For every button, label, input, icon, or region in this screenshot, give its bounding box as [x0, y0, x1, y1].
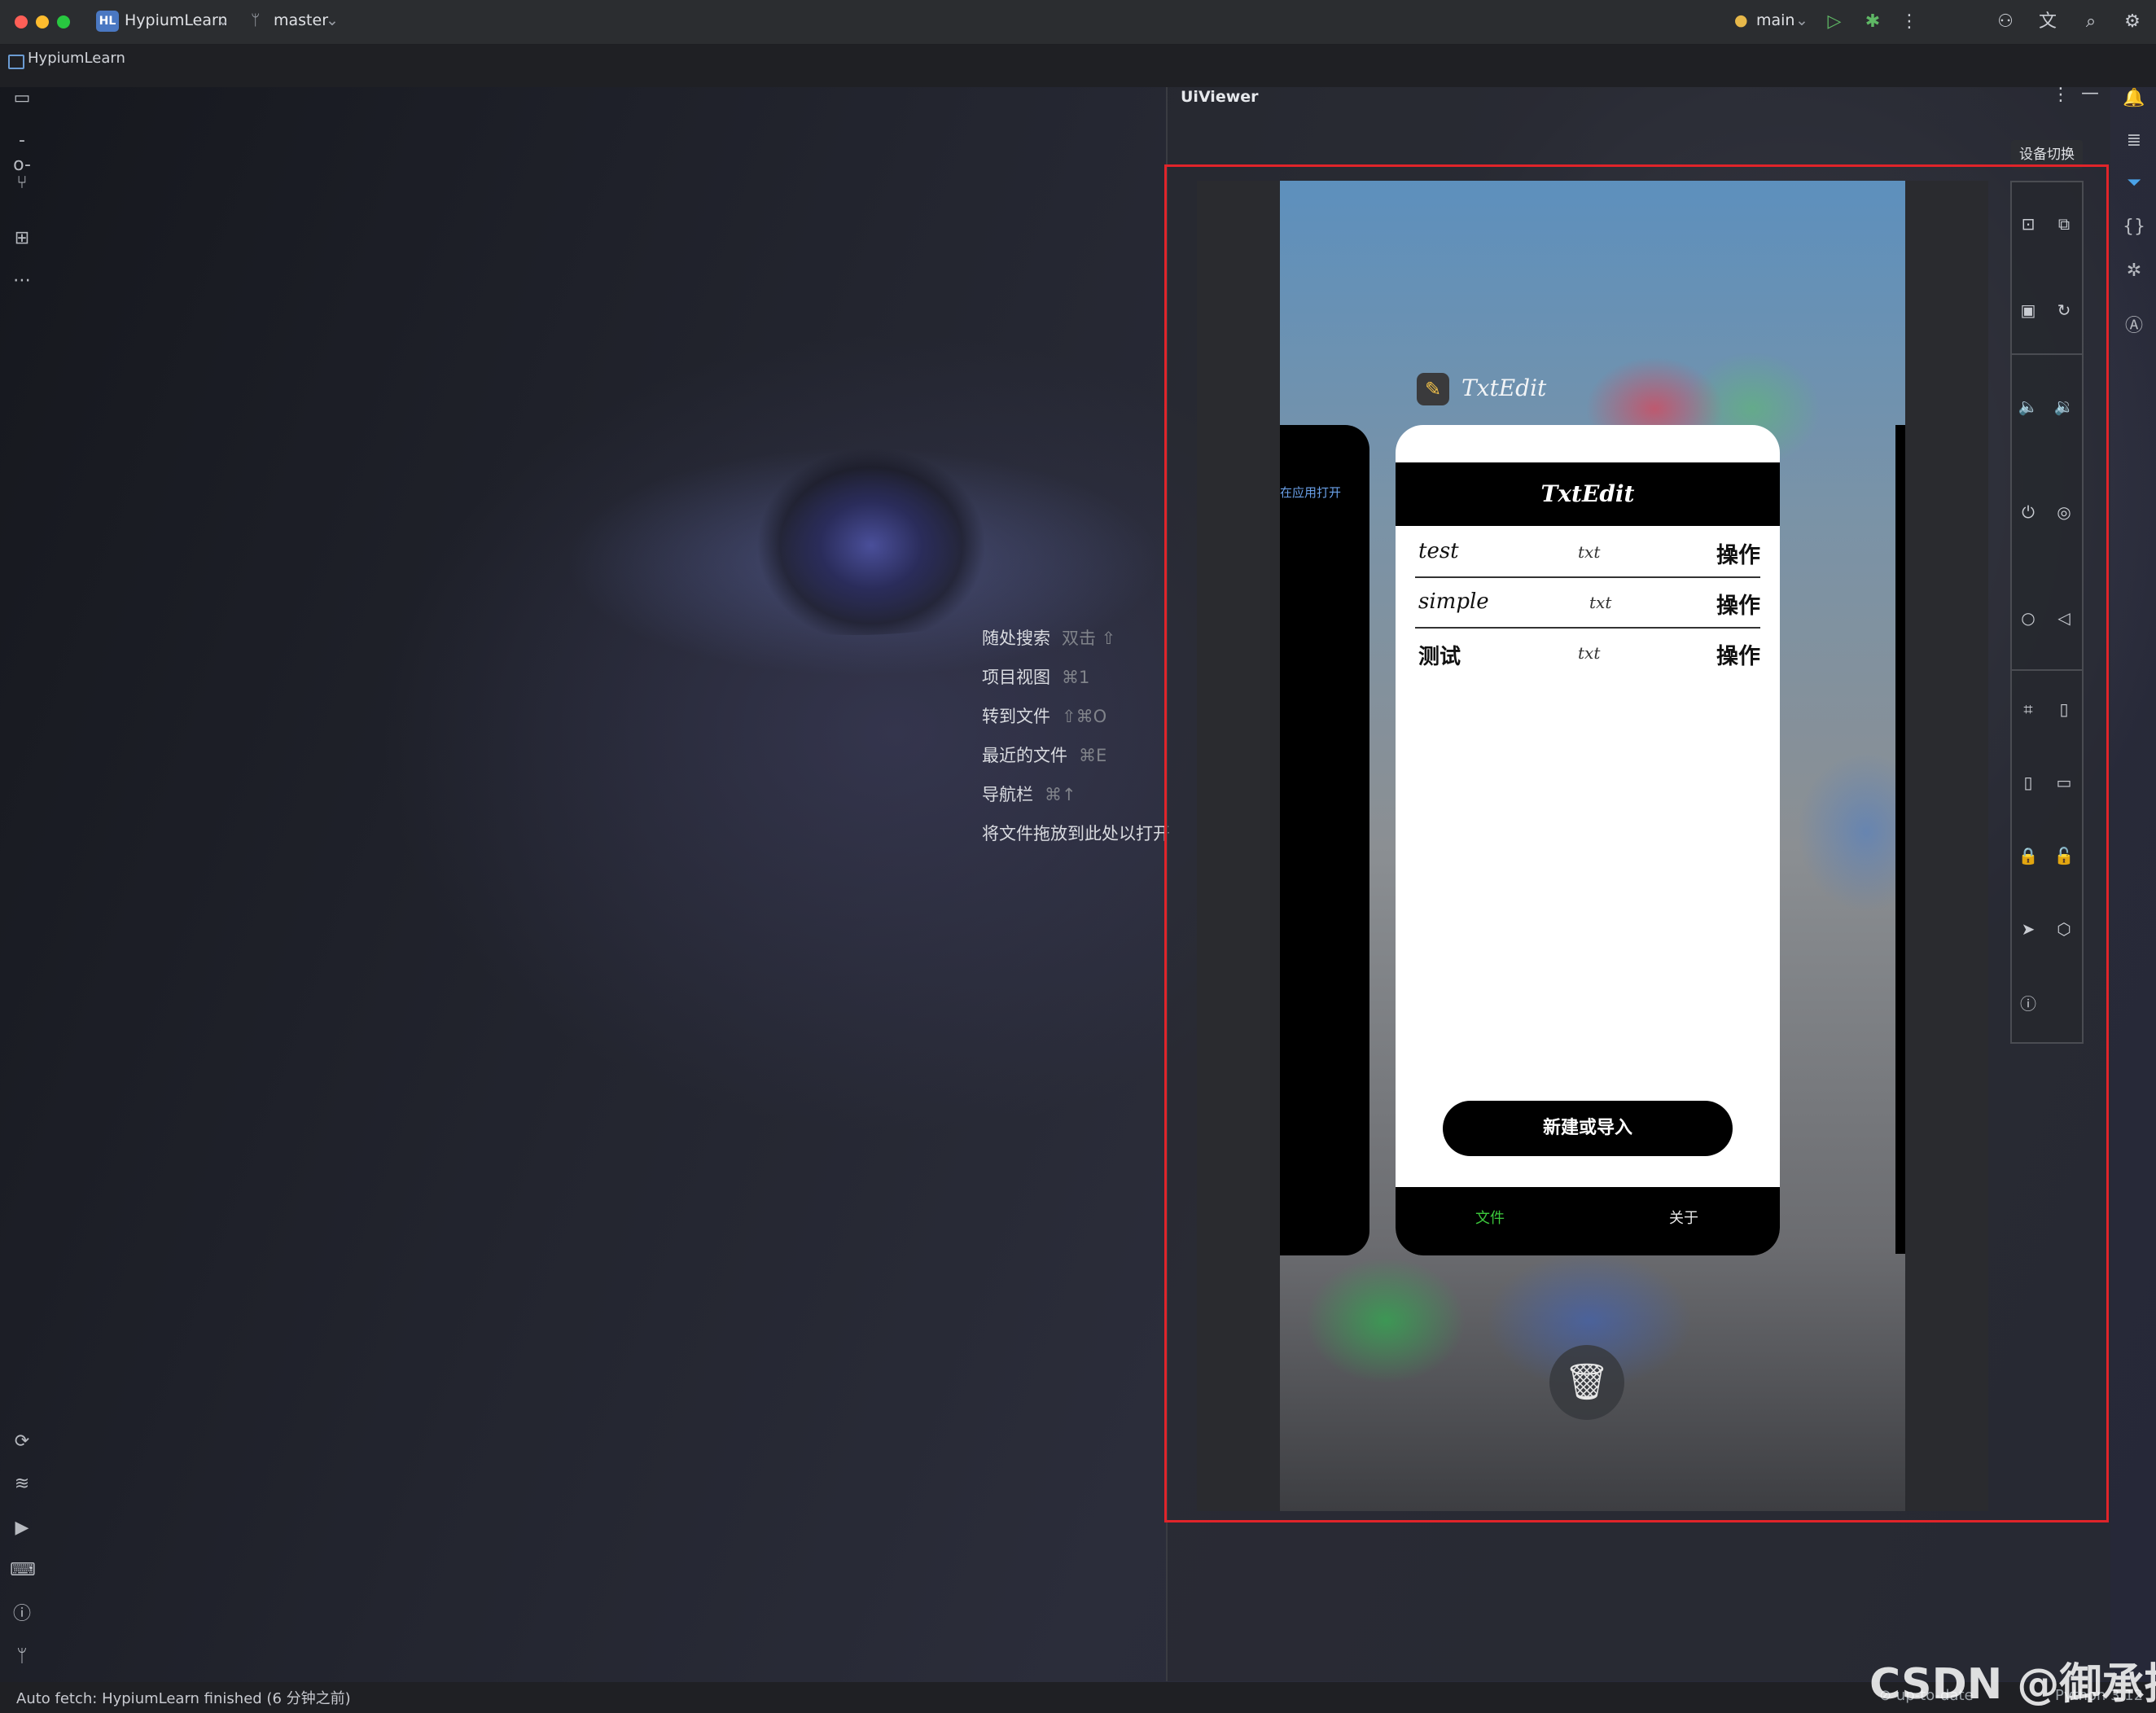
branch-name[interactable]: master	[274, 11, 328, 29]
hint-goto-file: 转到文件 ⇧⌘O	[982, 703, 1106, 728]
hint-label: 项目视图	[982, 668, 1050, 687]
watermark: CSDN @御承扬	[1869, 1660, 2156, 1709]
title-bar: HL HypiumLearn ⌄ ᛘ master ⌄ ● main ⌄ ▷ ✱…	[0, 0, 2156, 45]
unlock-icon[interactable]: 🔓	[2052, 843, 2076, 868]
power-icon[interactable]: ⏻	[2016, 500, 2040, 524]
project-folder-icon	[8, 55, 24, 69]
layers-icon[interactable]: ≋	[10, 1472, 34, 1496]
search-icon[interactable]: ⌕	[2079, 10, 2103, 34]
info-icon[interactable]: ⓘ	[2016, 992, 2040, 1016]
hint-shortcut: 双击 ⇧	[1062, 629, 1116, 648]
record-icon[interactable]: ▣	[2016, 298, 2040, 322]
terminal-icon[interactable]: ⌨	[10, 1558, 36, 1583]
minimize-window-button[interactable]	[36, 15, 49, 28]
structure-icon[interactable]: ⊞	[10, 226, 34, 251]
hint-recent-files: 最近的文件 ⌘E	[982, 743, 1106, 767]
uiviewer-title: UiViewer	[1181, 88, 1259, 106]
add-user-icon[interactable]: ⚇	[1993, 10, 2018, 34]
project-strip: HypiumLearn	[0, 45, 2156, 87]
volume-up-icon[interactable]: 🔈	[2016, 394, 2040, 418]
run-icon[interactable]: ▷	[1822, 10, 1847, 34]
minimize-panel-icon[interactable]: —	[2081, 83, 2099, 103]
inspect-icon[interactable]: ⧉	[2052, 212, 2076, 236]
more-icon[interactable]: ⋮	[1897, 10, 1922, 34]
back-icon[interactable]: ◁	[2052, 606, 2076, 630]
wallpaper-eye	[603, 423, 1107, 635]
folder-icon[interactable]: ▭	[10, 86, 34, 111]
python-packages-icon[interactable]: ⟳	[10, 1430, 34, 1454]
zoom-window-button[interactable]	[57, 15, 70, 28]
settings-icon[interactable]: ⚙	[2120, 10, 2145, 34]
text-icon[interactable]: Ⓐ	[2122, 314, 2146, 339]
notifications-icon[interactable]: 🔔	[2122, 86, 2146, 111]
volume-down-icon[interactable]: 🔉	[2052, 394, 2076, 418]
hint-label: 随处搜索	[982, 629, 1050, 648]
panel-options-icon[interactable]: ⋮	[2052, 85, 2070, 105]
hint-label: 最近的文件	[982, 746, 1067, 765]
hint-label: 转到文件	[982, 707, 1050, 726]
toolbar-divider	[2012, 669, 2082, 671]
database-icon[interactable]: ≣	[2122, 129, 2146, 153]
hint-label: 导航栏	[982, 785, 1033, 804]
services-icon[interactable]: ▶	[10, 1516, 34, 1540]
commit-icon[interactable]: -o-	[10, 129, 34, 175]
toolbar-divider	[2012, 353, 2082, 355]
debug-icon[interactable]: ✱	[1860, 10, 1885, 34]
project-name[interactable]: HypiumLearn	[125, 11, 228, 29]
hint-shortcut: ⌘↑	[1045, 785, 1076, 804]
hint-shortcut: ⇧⌘O	[1062, 707, 1107, 726]
chevron-down-icon[interactable]: ⌄	[326, 11, 339, 29]
hint-drop-files: 将文件拖放到此处以打开	[982, 821, 1170, 845]
hint-project-view: 项目视图 ⌘1	[982, 664, 1089, 689]
status-message: Auto fetch: HypiumLearn finished (6 分钟之前…	[16, 1690, 351, 1707]
json-icon[interactable]: {}	[2122, 215, 2146, 239]
hint-label: 将文件拖放到此处以打开	[982, 824, 1170, 843]
chevron-down-icon[interactable]: ⌄	[217, 11, 230, 29]
hint-navigation-bar: 导航栏 ⌘↑	[982, 782, 1076, 806]
refresh-icon[interactable]: ↻	[2052, 298, 2076, 322]
crop-icon[interactable]: ⌗	[2016, 697, 2040, 721]
problems-icon[interactable]: ⓘ	[10, 1602, 34, 1627]
chevron-down-icon[interactable]: ⌄	[1795, 11, 1808, 29]
screenshot-icon[interactable]: ⊡	[2016, 212, 2040, 236]
uiviewer-filter-icon[interactable]: ⏷	[2122, 171, 2146, 195]
translate-icon[interactable]: 文	[2035, 10, 2060, 34]
close-window-button[interactable]	[15, 15, 28, 28]
package-icon[interactable]: ⬡	[2052, 917, 2076, 941]
rotate-icon[interactable]: ◎	[2052, 500, 2076, 524]
project-badge[interactable]: HL	[96, 11, 119, 32]
ai-assistant-icon[interactable]: ✲	[2122, 259, 2146, 283]
landscape-icon[interactable]: ▭	[2052, 770, 2076, 795]
run-config-name[interactable]: main	[1756, 11, 1794, 29]
highlight-box	[1164, 164, 2109, 1522]
portrait-icon[interactable]: ▯	[2016, 770, 2040, 795]
lock-icon[interactable]: 🔒	[2016, 843, 2040, 868]
branch-icon: ᛘ	[251, 11, 261, 29]
project-strip-label[interactable]: HypiumLearn	[28, 50, 125, 67]
send-icon[interactable]: ➤	[2016, 917, 2040, 941]
home-icon[interactable]: ○	[2016, 606, 2040, 630]
more-tools-icon[interactable]: ⋯	[10, 269, 34, 293]
hint-search-everywhere: 随处搜索 双击 ⇧	[982, 625, 1115, 650]
pull-request-icon[interactable]: ⑂	[10, 171, 34, 195]
git-icon[interactable]: ᛘ	[10, 1645, 34, 1669]
hint-shortcut: ⌘E	[1079, 746, 1107, 765]
device-icon[interactable]: ▯	[2052, 697, 2076, 721]
python-icon: ●	[1734, 11, 1748, 29]
hint-shortcut: ⌘1	[1062, 668, 1090, 687]
